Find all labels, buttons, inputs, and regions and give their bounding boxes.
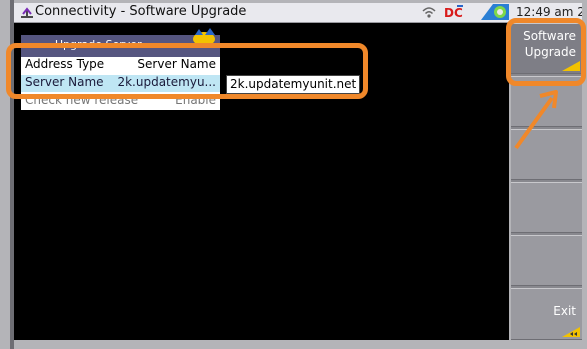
clock: 12:49 am 29/09/2018: [516, 5, 582, 19]
exit-button[interactable]: Exit: [511, 288, 582, 340]
dc-power-icon: DC: [444, 5, 463, 20]
connection-status-icon: [481, 4, 509, 20]
dc-label: DC: [444, 6, 463, 20]
softkey-4-button[interactable]: [511, 182, 582, 233]
softkey-5-button[interactable]: [511, 235, 582, 286]
button-label-line1: Exit: [553, 304, 576, 318]
panel-highlight-annotation: [6, 43, 368, 99]
window-title: Connectivity - Software Upgrade: [35, 4, 247, 19]
button-highlight-annotation: [506, 18, 586, 86]
back-arrow-icon: [562, 327, 580, 337]
title-bar: Connectivity - Software Upgrade DC 12:49…: [14, 3, 582, 23]
antenna-icon: [21, 7, 33, 18]
annotation-arrow-icon: [514, 90, 558, 150]
wifi-icon: [422, 7, 436, 18]
